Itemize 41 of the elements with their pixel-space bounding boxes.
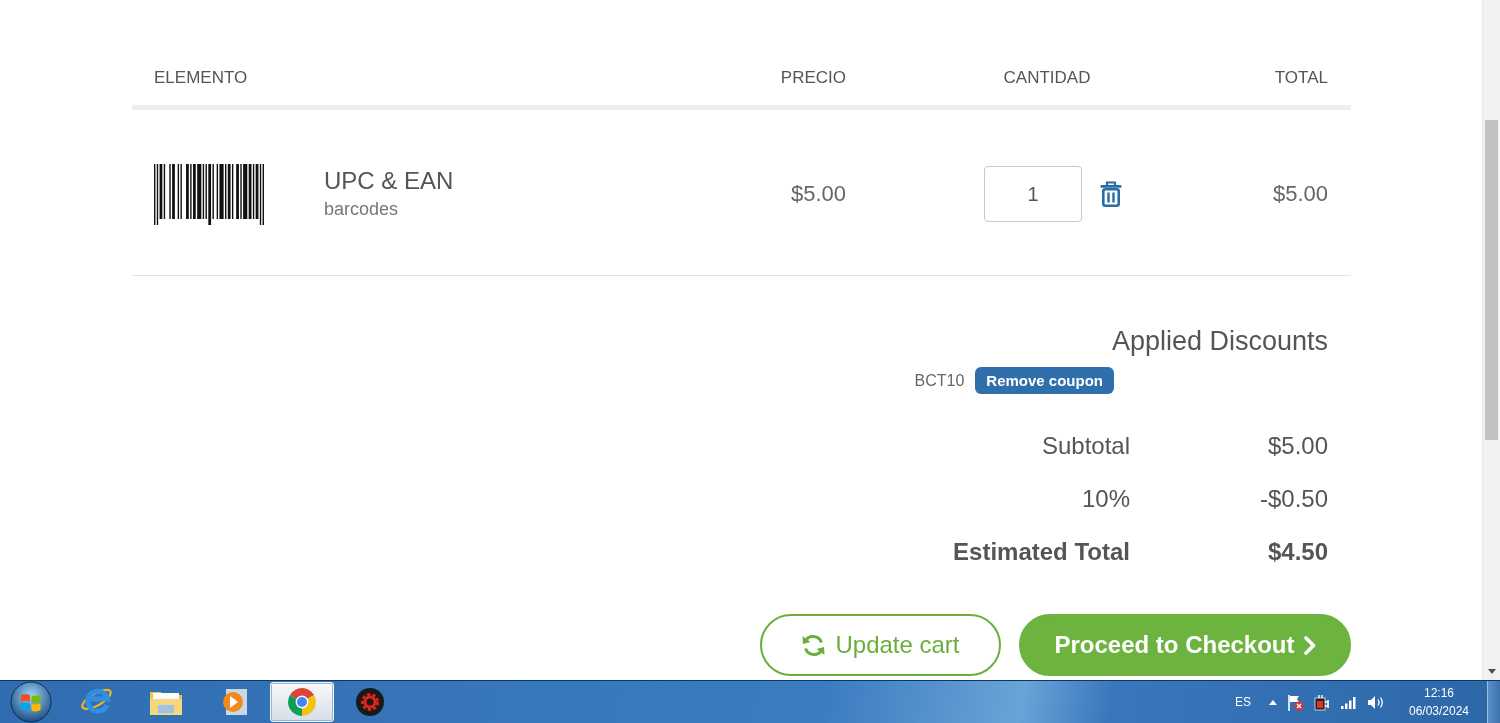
taskbar-button[interactable]	[270, 682, 334, 722]
chevron-right-icon	[1303, 635, 1316, 655]
product-category: barcodes	[324, 198, 400, 221]
summary-value: -$0.50	[1258, 484, 1328, 514]
coupon-code: BCT10	[914, 371, 965, 390]
show-hidden-icons-arrow-icon[interactable]	[1269, 699, 1277, 705]
clock-time: 12:16	[1423, 685, 1455, 702]
flag-icon[interactable]	[1287, 693, 1304, 711]
quantity-field[interactable]: 1	[984, 166, 1082, 222]
summary-value: $5.00	[1266, 431, 1328, 461]
start-orb-icon[interactable]	[10, 681, 52, 723]
trash-icon[interactable]	[1100, 181, 1122, 207]
barcode-icon	[154, 163, 264, 225]
column-header: TOTAL	[1273, 67, 1329, 89]
total-text: $5.00	[1272, 181, 1328, 206]
play-icon	[220, 688, 248, 716]
color-wheel-icon	[287, 687, 317, 717]
scroll-down-arrow-icon[interactable]	[1487, 669, 1496, 674]
refresh-icon	[801, 632, 827, 658]
scrollbar-thumb[interactable]	[1485, 120, 1498, 440]
summary-value: $4.50	[1266, 537, 1328, 567]
section-title: Applied Discounts	[1110, 325, 1328, 357]
checkout-button[interactable]: Proceed to Checkout	[1019, 614, 1351, 676]
remove-coupon-button[interactable]: Remove coupon	[975, 367, 1114, 394]
column-header: CANTIDAD	[1002, 67, 1092, 89]
speaker-icon[interactable]	[1367, 694, 1384, 710]
power-plug-icon[interactable]	[1314, 693, 1331, 711]
product-name: UPC & EAN	[324, 166, 454, 196]
gear-icon	[355, 687, 385, 717]
signal-bars-icon[interactable]	[1341, 695, 1357, 709]
column-header: ELEMENTO	[153, 67, 249, 89]
column-header: PRECIO	[779, 67, 847, 89]
price-text: $5.00	[790, 181, 846, 206]
summary-label: 10%	[1080, 484, 1130, 514]
summary-label: Estimated Total	[953, 537, 1130, 567]
update-cart-button[interactable]: Update cart	[760, 614, 1001, 676]
clock-date: 06/03/2024	[1407, 703, 1471, 720]
scrollbar-track[interactable]	[1482, 0, 1500, 680]
show-desktop-button[interactable]	[1487, 681, 1500, 723]
language-indicator[interactable]: ES	[1235, 695, 1251, 709]
summary-label: Subtotal	[1040, 431, 1130, 461]
